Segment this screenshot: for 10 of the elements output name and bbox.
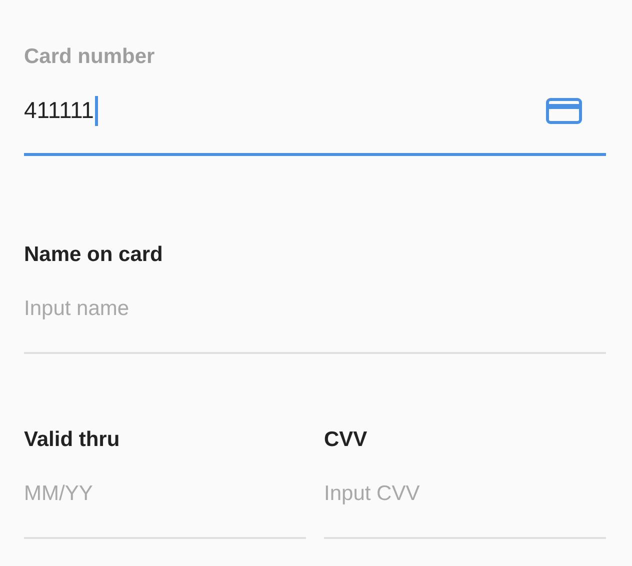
credit-card-icon — [546, 98, 582, 124]
text-cursor — [94, 96, 98, 126]
input-field[interactable]: MM/YY — [24, 469, 306, 539]
input-field[interactable]: Input CVV — [324, 469, 606, 539]
field-label: Valid thru — [24, 427, 120, 453]
input-field[interactable]: 411111 — [24, 86, 606, 156]
field-label: Card number — [24, 44, 155, 70]
input-field[interactable]: Input name — [24, 284, 606, 354]
field-label: CVV — [324, 427, 368, 453]
field-label: Name on card — [24, 242, 163, 268]
